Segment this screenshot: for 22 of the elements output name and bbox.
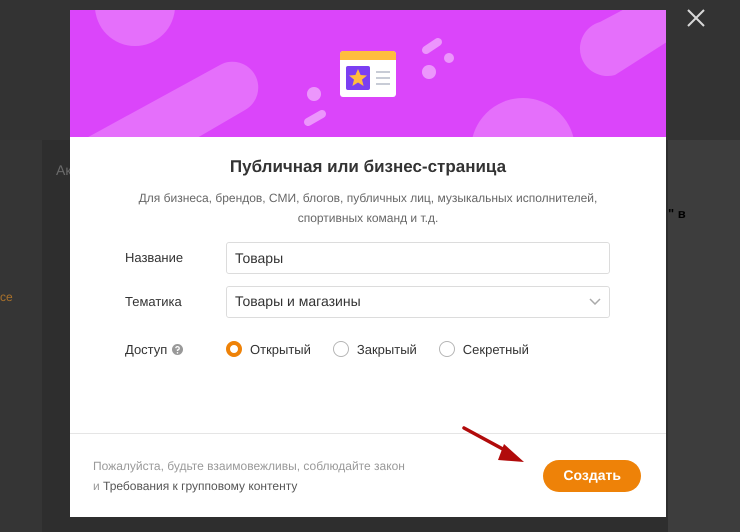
heading-text: " в [668,205,687,223]
chevron-down-icon [589,298,601,305]
radio-button[interactable] [332,341,349,358]
dialog-title: Публичная или бизнес-страница [230,156,506,178]
radio-option[interactable]: Секретный [438,340,529,359]
select-field[interactable]: Товары и магазины [226,286,610,318]
footer-notice: Пожалуйста, будьте взаимовежливы, соблюдайте закон и Требования к групповому контенту [93,458,405,494]
radio-button[interactable] [438,341,455,358]
field-label: Тематика [125,292,183,311]
radio-option[interactable]: Открытый [226,340,311,359]
help-icon[interactable] [172,344,184,355]
content-rules-link[interactable]: Требования к групповому контенту [103,478,298,492]
radio-button[interactable] [226,341,242,358]
sidebar-text: се [0,289,14,306]
text-field[interactable]: Товары [226,242,610,274]
page-card-icon [340,51,396,97]
dialog-description: Для бизнеса, брендов, СМИ, блогов, публичных лиц, музыкальных исполнителей, спортивных команд и т.д. [138,190,598,226]
arrow-drawing [462,426,526,464]
field-label: Название [125,248,184,267]
close-icon[interactable] [686,8,706,28]
radio-option[interactable]: Закрытый [332,340,417,359]
field-label: Доступ [125,340,168,359]
